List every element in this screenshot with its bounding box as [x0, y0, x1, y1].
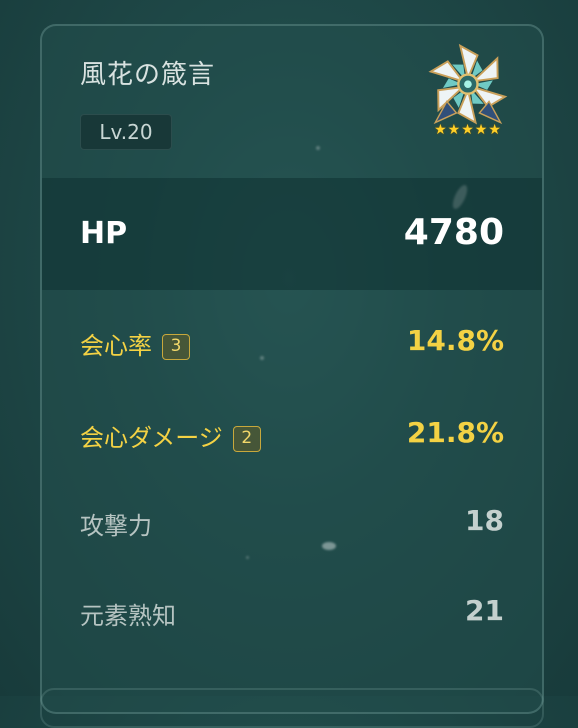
substat-row-atk: 攻撃力 18	[42, 492, 542, 552]
substat-name: 会心率	[80, 332, 152, 360]
main-stat-value: 4780	[403, 212, 504, 253]
main-stat-name: HP	[80, 216, 128, 251]
substat-name-row: 会心ダメージ 2	[80, 418, 261, 453]
substat-row-crit-damage: 会心ダメージ 2 21.8%	[42, 404, 542, 464]
substat-name-row: 会心率 3	[80, 326, 190, 361]
artifact-detail-card: 風花の箴言 Lv.20 ★★★★★ HP 4780 会心率 3 14.8% 会心…	[40, 24, 544, 714]
roll-count-badge: 3	[162, 334, 190, 360]
substat-row-crit-rate: 会心率 3 14.8%	[42, 312, 542, 372]
substat-value: 21	[465, 594, 504, 627]
substat-value: 21.8%	[406, 416, 504, 449]
main-stat-row: HP 4780	[42, 178, 542, 290]
rarity-stars: ★★★★★	[434, 122, 502, 138]
substat-value: 14.8%	[406, 324, 504, 357]
substat-name: 会心ダメージ	[80, 424, 223, 452]
substat-name: 元素熟知	[80, 602, 176, 630]
substat-value: 18	[465, 504, 504, 537]
roll-count-badge: 2	[232, 426, 261, 452]
substat-name: 攻撃力	[80, 512, 152, 540]
artifact-level-badge: Lv.20	[80, 114, 172, 150]
next-card-edge	[40, 688, 544, 728]
artifact-name: 風花の箴言	[80, 60, 216, 90]
substat-row-elemental-mastery: 元素熟知 21	[42, 582, 542, 642]
